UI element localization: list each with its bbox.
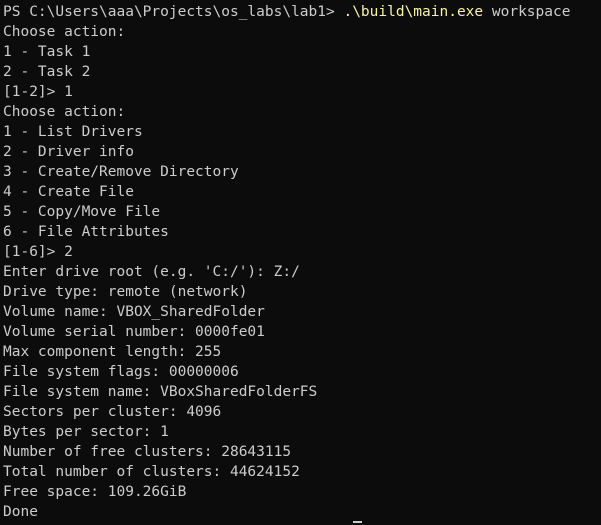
output-line: 4 - Create File [3, 184, 134, 200]
output-line: Max component length: 255 [3, 344, 222, 360]
output-line: Volume name: VBOX_SharedFolder [3, 304, 265, 320]
text-cursor [353, 521, 362, 523]
output-line: 3 - Create/Remove Directory [3, 164, 239, 180]
output-line: 2 - Driver info [3, 144, 134, 160]
output-line: 1 - List Drivers [3, 124, 143, 140]
output-line: Free space: 109.26GiB [3, 484, 187, 500]
output-line: 1 - Task 1 [3, 44, 91, 60]
output-line: 5 - Copy/Move File [3, 204, 161, 220]
command-executable: .\build\main.exe [343, 4, 484, 20]
output-line: Done [3, 504, 38, 520]
prompt: PS C:\Users\aaa\Projects\os_labs\lab1> [3, 4, 344, 20]
output-line: [1-2]> 1 [3, 84, 73, 100]
output-line: 2 - Task 2 [3, 64, 91, 80]
output-line: Volume serial number: 0000fe01 [3, 324, 265, 340]
output-line: Drive type: remote (network) [3, 284, 248, 300]
output-line: 6 - File Attributes [3, 224, 169, 240]
output-line: Enter drive root (e.g. 'C:/'): Z:/ [3, 264, 300, 280]
output-line: File system name: VBoxSharedFolderFS [3, 384, 318, 400]
output-line: Choose action: [3, 104, 126, 120]
output-line: Number of free clusters: 28643115 [3, 444, 292, 460]
output-line: Sectors per cluster: 4096 [3, 404, 222, 420]
output-line: Bytes per sector: 1 [3, 424, 169, 440]
terminal-window[interactable]: PS C:\Users\aaa\Projects\os_labs\lab1> .… [0, 0, 601, 525]
output-line: File system flags: 00000006 [3, 364, 239, 380]
output-line: Choose action: [3, 24, 126, 40]
output-line: [1-6]> 2 [3, 244, 73, 260]
command-argument: workspace [483, 4, 571, 20]
command-line: PS C:\Users\aaa\Projects\os_labs\lab1> .… [3, 2, 601, 22]
output-line: Total number of clusters: 44624152 [3, 464, 300, 480]
